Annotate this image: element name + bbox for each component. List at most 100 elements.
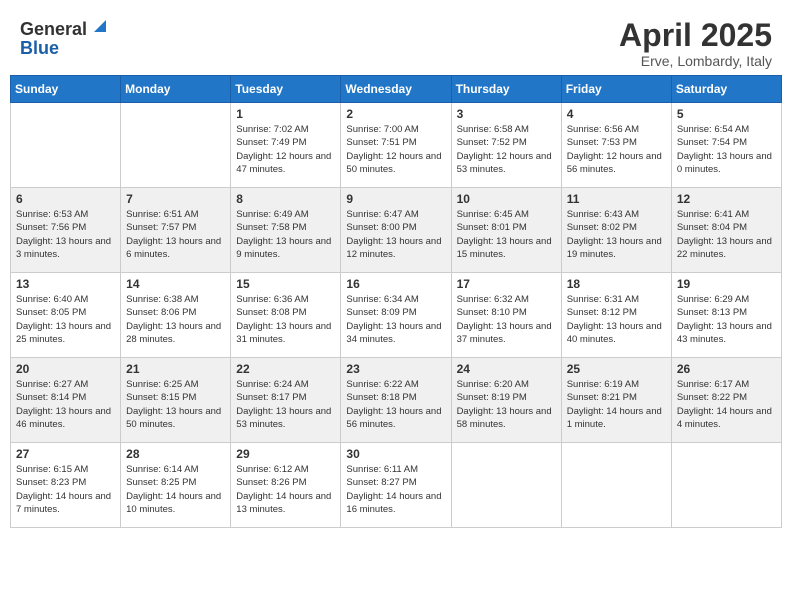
day-number: 14 (126, 277, 225, 291)
day-number: 20 (16, 362, 115, 376)
calendar-cell: 19 Sunrise: 6:29 AM Sunset: 8:13 PM Dayli… (671, 273, 781, 358)
day-number: 16 (346, 277, 445, 291)
calendar-cell: 17 Sunrise: 6:32 AM Sunset: 8:10 PM Dayli… (451, 273, 561, 358)
weekday-header-saturday: Saturday (671, 76, 781, 103)
day-number: 25 (567, 362, 666, 376)
calendar-cell: 16 Sunrise: 6:34 AM Sunset: 8:09 PM Dayli… (341, 273, 451, 358)
calendar-cell: 20 Sunrise: 6:27 AM Sunset: 8:14 PM Dayli… (11, 358, 121, 443)
calendar-cell: 22 Sunrise: 6:24 AM Sunset: 8:17 PM Dayli… (231, 358, 341, 443)
calendar-cell: 1Sunrise: 7:02 AM Sunset: 7:49 PM Daylig… (231, 103, 341, 188)
logo-triangle-icon (90, 18, 106, 39)
day-number: 17 (457, 277, 556, 291)
day-info: Sunrise: 6:27 AM Sunset: 8:14 PM Dayligh… (16, 378, 115, 431)
day-number: 1 (236, 107, 335, 121)
calendar-cell: 15 Sunrise: 6:36 AM Sunset: 8:08 PM Dayli… (231, 273, 341, 358)
calendar-cell: 7Sunrise: 6:51 AM Sunset: 7:57 PM Daylig… (121, 188, 231, 273)
calendar-cell: 18Sunrise: 6:31 AM Sunset: 8:12 PM Dayli… (561, 273, 671, 358)
day-info: Sunrise: 6:14 AM Sunset: 8:25 PM Dayligh… (126, 463, 225, 516)
day-info: Sunrise: 6:19 AM Sunset: 8:21 PM Dayligh… (567, 378, 666, 431)
calendar-cell (11, 103, 121, 188)
day-number: 9 (346, 192, 445, 206)
day-info: Sunrise: 6:41 AM Sunset: 8:04 PM Dayligh… (677, 208, 776, 261)
day-info: Sunrise: 6:17 AM Sunset: 8:22 PM Dayligh… (677, 378, 776, 431)
day-info: Sunrise: 6:47 AM Sunset: 8:00 PM Dayligh… (346, 208, 445, 261)
day-number: 18 (567, 277, 666, 291)
calendar-cell: 11Sunrise: 6:43 AM Sunset: 8:02 PM Dayli… (561, 188, 671, 273)
calendar-cell: 25 Sunrise: 6:19 AM Sunset: 8:21 PM Dayli… (561, 358, 671, 443)
day-number: 6 (16, 192, 115, 206)
day-info: Sunrise: 6:45 AM Sunset: 8:01 PM Dayligh… (457, 208, 556, 261)
day-number: 10 (457, 192, 556, 206)
weekday-header-thursday: Thursday (451, 76, 561, 103)
calendar-cell: 23 Sunrise: 6:22 AM Sunset: 8:18 PM Dayli… (341, 358, 451, 443)
day-info: Sunrise: 7:00 AM Sunset: 7:51 PM Dayligh… (346, 123, 445, 176)
calendar-cell (561, 443, 671, 528)
day-info: Sunrise: 6:36 AM Sunset: 8:08 PM Dayligh… (236, 293, 335, 346)
day-info: Sunrise: 6:24 AM Sunset: 8:17 PM Dayligh… (236, 378, 335, 431)
day-number: 27 (16, 447, 115, 461)
day-number: 28 (126, 447, 225, 461)
location-title: Erve, Lombardy, Italy (619, 53, 772, 69)
day-info: Sunrise: 6:34 AM Sunset: 8:09 PM Dayligh… (346, 293, 445, 346)
calendar-cell: 29 Sunrise: 6:12 AM Sunset: 8:26 PM Dayli… (231, 443, 341, 528)
day-info: Sunrise: 6:38 AM Sunset: 8:06 PM Dayligh… (126, 293, 225, 346)
calendar-week-row-2: 6 Sunrise: 6:53 AM Sunset: 7:56 PM Daylig… (11, 188, 782, 273)
weekday-header-friday: Friday (561, 76, 671, 103)
calendar-cell: 9 Sunrise: 6:47 AM Sunset: 8:00 PM Daylig… (341, 188, 451, 273)
day-info: Sunrise: 6:56 AM Sunset: 7:53 PM Dayligh… (567, 123, 666, 176)
weekday-header-wednesday: Wednesday (341, 76, 451, 103)
calendar-cell: 14 Sunrise: 6:38 AM Sunset: 8:06 PM Dayli… (121, 273, 231, 358)
day-info: Sunrise: 6:49 AM Sunset: 7:58 PM Dayligh… (236, 208, 335, 261)
day-info: Sunrise: 6:43 AM Sunset: 8:02 PM Dayligh… (567, 208, 666, 261)
calendar-cell (121, 103, 231, 188)
month-title: April 2025 (619, 18, 772, 53)
weekday-header-monday: Monday (121, 76, 231, 103)
day-info: Sunrise: 6:54 AM Sunset: 7:54 PM Dayligh… (677, 123, 776, 176)
day-info: Sunrise: 6:53 AM Sunset: 7:56 PM Dayligh… (16, 208, 115, 261)
day-number: 15 (236, 277, 335, 291)
calendar-cell: 21Sunrise: 6:25 AM Sunset: 8:15 PM Dayli… (121, 358, 231, 443)
day-info: Sunrise: 6:32 AM Sunset: 8:10 PM Dayligh… (457, 293, 556, 346)
calendar-cell: 30Sunrise: 6:11 AM Sunset: 8:27 PM Dayli… (341, 443, 451, 528)
calendar-week-row-4: 20 Sunrise: 6:27 AM Sunset: 8:14 PM Dayli… (11, 358, 782, 443)
day-info: Sunrise: 6:12 AM Sunset: 8:26 PM Dayligh… (236, 463, 335, 516)
day-number: 26 (677, 362, 776, 376)
calendar-cell: 5 Sunrise: 6:54 AM Sunset: 7:54 PM Daylig… (671, 103, 781, 188)
day-info: Sunrise: 6:25 AM Sunset: 8:15 PM Dayligh… (126, 378, 225, 431)
calendar-table: SundayMondayTuesdayWednesdayThursdayFrid… (10, 75, 782, 528)
calendar-cell: 4Sunrise: 6:56 AM Sunset: 7:53 PM Daylig… (561, 103, 671, 188)
weekday-header-sunday: Sunday (11, 76, 121, 103)
day-info: Sunrise: 6:22 AM Sunset: 8:18 PM Dayligh… (346, 378, 445, 431)
calendar-week-row-3: 13 Sunrise: 6:40 AM Sunset: 8:05 PM Dayli… (11, 273, 782, 358)
logo-blue-text: Blue (20, 39, 59, 57)
day-number: 30 (346, 447, 445, 461)
calendar-cell: 10 Sunrise: 6:45 AM Sunset: 8:01 PM Dayli… (451, 188, 561, 273)
day-info: Sunrise: 6:15 AM Sunset: 8:23 PM Dayligh… (16, 463, 115, 516)
calendar-cell: 27 Sunrise: 6:15 AM Sunset: 8:23 PM Dayli… (11, 443, 121, 528)
day-number: 29 (236, 447, 335, 461)
calendar-cell: 13 Sunrise: 6:40 AM Sunset: 8:05 PM Dayli… (11, 273, 121, 358)
day-info: Sunrise: 6:40 AM Sunset: 8:05 PM Dayligh… (16, 293, 115, 346)
calendar-cell: 26 Sunrise: 6:17 AM Sunset: 8:22 PM Dayli… (671, 358, 781, 443)
calendar-cell: 28 Sunrise: 6:14 AM Sunset: 8:25 PM Dayli… (121, 443, 231, 528)
calendar-cell: 12 Sunrise: 6:41 AM Sunset: 8:04 PM Dayli… (671, 188, 781, 273)
calendar-cell (671, 443, 781, 528)
day-number: 13 (16, 277, 115, 291)
day-number: 5 (677, 107, 776, 121)
day-number: 22 (236, 362, 335, 376)
day-number: 23 (346, 362, 445, 376)
logo-general-text: General (20, 20, 87, 38)
calendar-cell (451, 443, 561, 528)
logo: General Blue (20, 18, 106, 57)
calendar-week-row-1: 1Sunrise: 7:02 AM Sunset: 7:49 PM Daylig… (11, 103, 782, 188)
day-info: Sunrise: 6:29 AM Sunset: 8:13 PM Dayligh… (677, 293, 776, 346)
day-number: 7 (126, 192, 225, 206)
weekday-header-tuesday: Tuesday (231, 76, 341, 103)
day-number: 2 (346, 107, 445, 121)
calendar-cell: 3Sunrise: 6:58 AM Sunset: 7:52 PM Daylig… (451, 103, 561, 188)
day-number: 19 (677, 277, 776, 291)
header: General Blue April 2025 Erve, Lombardy, … (10, 10, 782, 75)
weekday-header-row: SundayMondayTuesdayWednesdayThursdayFrid… (11, 76, 782, 103)
day-number: 12 (677, 192, 776, 206)
calendar-cell: 8Sunrise: 6:49 AM Sunset: 7:58 PM Daylig… (231, 188, 341, 273)
